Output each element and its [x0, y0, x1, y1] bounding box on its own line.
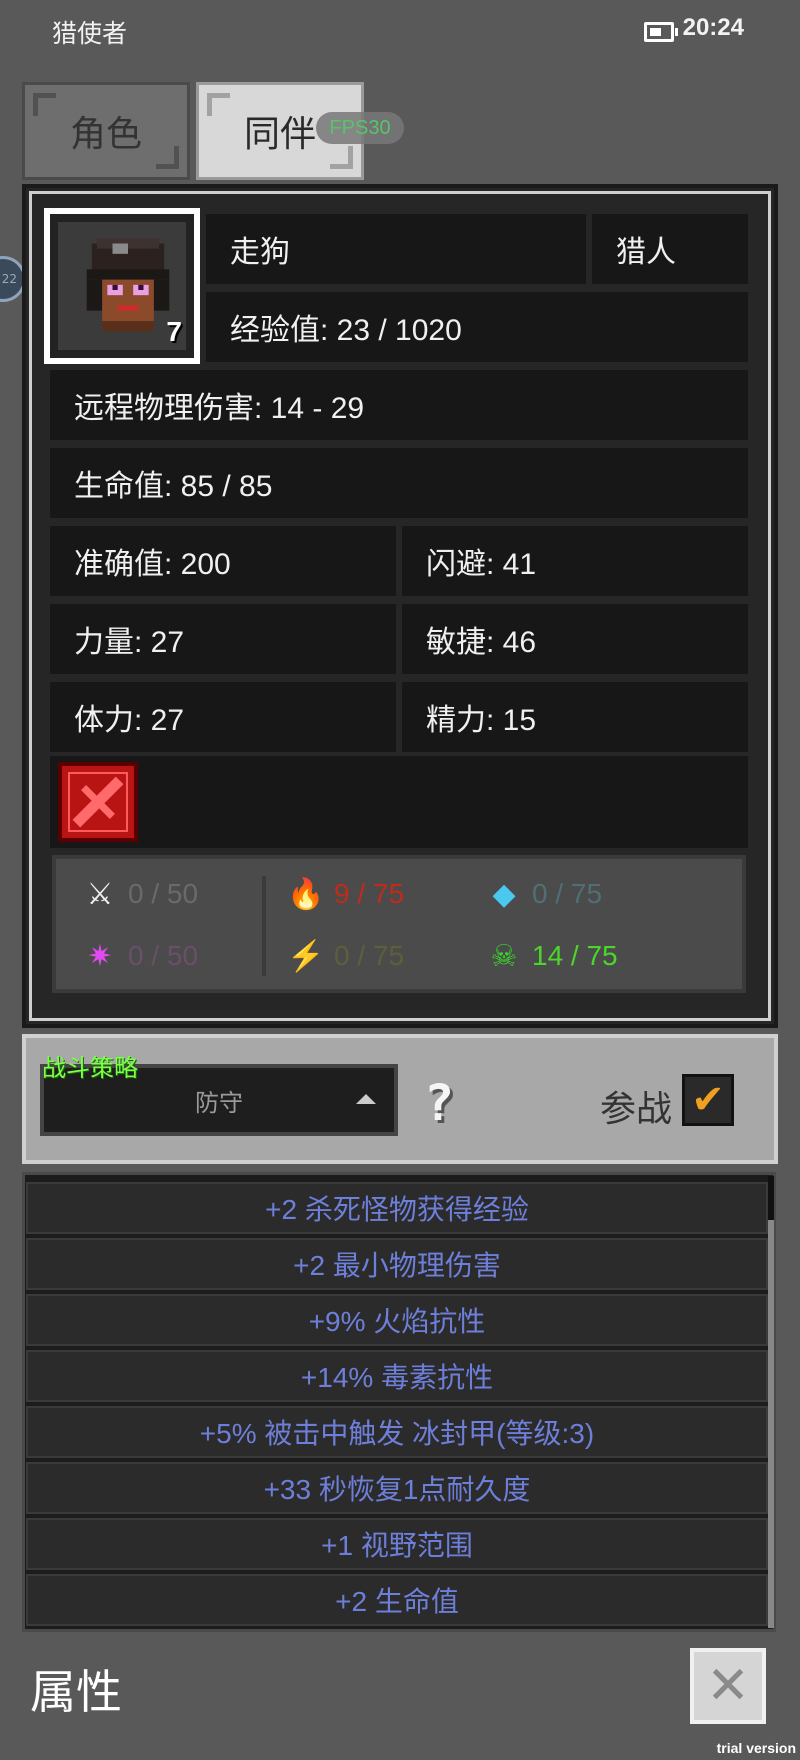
ice-icon: ◆: [492, 877, 516, 911]
skill-bar: [50, 756, 748, 848]
resist-arcane: ✷ 0 / 50: [80, 936, 198, 976]
resist-ice-value: 0 / 75: [532, 878, 603, 909]
companion-exp: 经验值: 23 / 1020: [206, 292, 748, 362]
companion-spirit: 精力: 15: [402, 682, 748, 752]
fps-badge: FPS30: [316, 112, 404, 144]
skill-slash-icon[interactable]: [58, 762, 138, 842]
companion-class: 猎人: [592, 214, 748, 284]
strategy-title: 战斗策略: [42, 1054, 138, 1082]
join-battle-label: 参战: [600, 1089, 673, 1130]
resist-divider: [262, 876, 266, 976]
companion-level: 7: [166, 316, 182, 347]
tab-companion-label: 同伴: [243, 114, 316, 155]
list-item[interactable]: +2 生命值: [26, 1574, 768, 1626]
clock: 20:24: [682, 14, 744, 41]
help-icon[interactable]: ?: [424, 1074, 454, 1132]
tab-character-label: 角色: [69, 114, 142, 155]
page-title: 属性: [30, 1665, 122, 1719]
lightning-icon: ⚡: [287, 939, 325, 973]
list-item[interactable]: +5% 被击中触发 冰封甲(等级:3): [26, 1406, 768, 1458]
companion-strength: 力量: 27: [50, 604, 396, 674]
list-item[interactable]: +33 秒恢复1点耐久度: [26, 1462, 768, 1514]
chevron-up-icon: [356, 1094, 376, 1104]
companion-hp: 生命值: 85 / 85: [50, 448, 748, 518]
resist-physical-value: 0 / 50: [128, 878, 199, 909]
tab-character[interactable]: 角色: [22, 82, 190, 180]
companion-portrait[interactable]: 7: [44, 208, 200, 364]
resist-fire: 🔥 9 / 75: [286, 874, 404, 914]
resist-arcane-value: 0 / 50: [128, 940, 199, 971]
resist-lightning-value: 0 / 75: [334, 940, 405, 971]
list-item[interactable]: +2 杀死怪物获得经验: [26, 1182, 768, 1234]
trial-watermark: trial version: [716, 1740, 796, 1756]
companion-name: 走狗: [206, 214, 586, 284]
resist-lightning: ⚡ 0 / 75: [286, 936, 404, 976]
fire-icon: 🔥: [287, 877, 325, 911]
resist-ice: ◆ 0 / 75: [484, 874, 602, 914]
arcane-icon: ✷: [87, 939, 113, 973]
list-item[interactable]: +14% 毒素抗性: [26, 1350, 768, 1402]
list-item[interactable]: +1 视野范围: [26, 1518, 768, 1570]
companion-stamina: 体力: 27: [50, 682, 396, 752]
close-button[interactable]: ✕: [690, 1648, 766, 1724]
strategy-selected: 防守: [195, 1088, 243, 1117]
list-item[interactable]: +9% 火焰抗性: [26, 1294, 768, 1346]
companion-dodge: 闪避: 41: [402, 526, 748, 596]
companion-agility: 敏捷: 46: [402, 604, 748, 674]
resist-physical: ⚔ 0 / 50: [80, 874, 199, 914]
join-battle-checkbox[interactable]: ✔: [682, 1074, 734, 1126]
companion-damage: 远程物理伤害: 14 - 29: [50, 370, 748, 440]
list-scrollbar[interactable]: [768, 1176, 774, 1628]
resist-poison: ☠ 14 / 75: [484, 936, 618, 976]
app-title: 猎使者: [52, 19, 128, 48]
list-item[interactable]: +2 最小物理伤害: [26, 1238, 768, 1290]
sword-physical-icon: ⚔: [86, 877, 114, 911]
poison-icon: ☠: [490, 939, 518, 973]
battery-icon: [644, 22, 678, 42]
list-scroll-thumb[interactable]: [768, 1176, 774, 1220]
resist-poison-value: 14 / 75: [532, 940, 618, 971]
resist-fire-value: 9 / 75: [334, 878, 405, 909]
companion-accuracy: 准确值: 200: [50, 526, 396, 596]
